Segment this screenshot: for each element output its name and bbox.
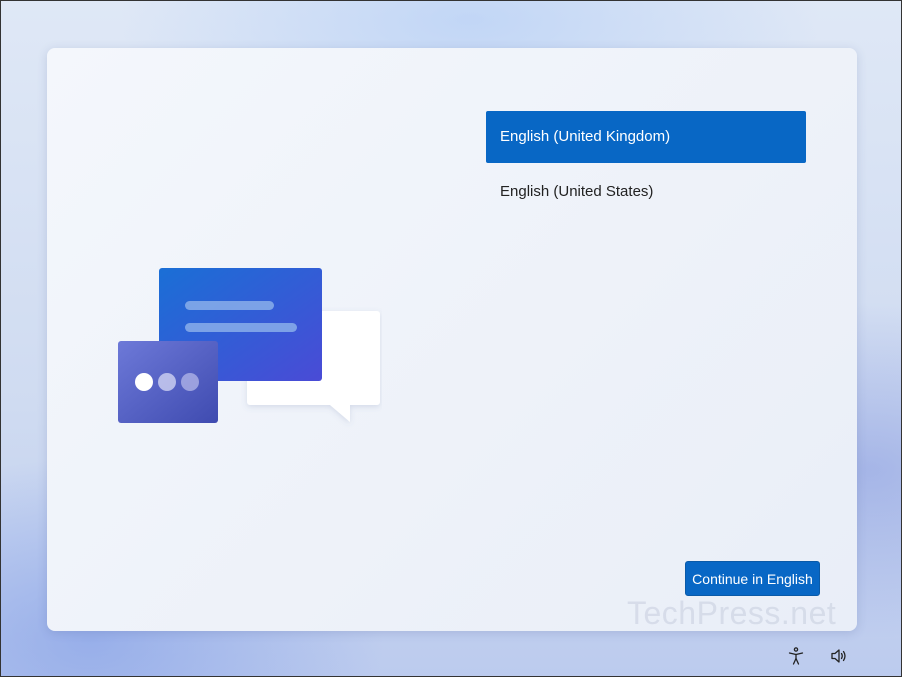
continue-button[interactable]: Continue in English [685,561,820,596]
typing-indicator-card [118,341,218,423]
language-illustration [118,268,380,423]
language-option-en-gb[interactable]: English (United Kingdom) [486,111,806,163]
language-option-en-us[interactable]: English (United States) [486,166,806,218]
accessibility-icon[interactable] [785,645,807,667]
volume-icon[interactable] [828,645,850,667]
watermark: TechPress.net [627,595,837,631]
language-list: English (United Kingdom) English (United… [486,111,806,218]
oobe-dialog: English (United Kingdom) English (United… [47,48,857,631]
